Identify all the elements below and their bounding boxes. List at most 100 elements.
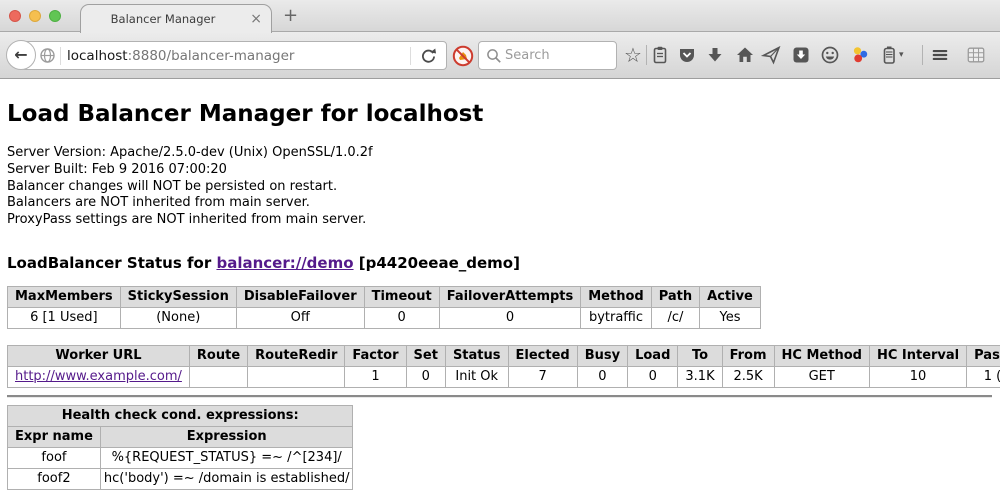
search-bar[interactable] (478, 41, 617, 70)
search-icon (486, 48, 502, 64)
value-cell: 0 (406, 366, 445, 387)
balancer-inherit-note: Balancers are NOT inherited from main se… (7, 195, 1000, 212)
clipboard-icon[interactable] (650, 45, 670, 65)
value-cell: /c/ (651, 307, 699, 328)
table-row: foof %{REQUEST_STATUS} =~ /^[234]/ (8, 447, 353, 468)
worker-url-cell: http://www.example.com/ (8, 366, 190, 387)
titlebar: Balancer Manager × + (0, 0, 1000, 32)
header-cell: Expr name (8, 426, 101, 447)
value-cell: 10 (869, 366, 966, 387)
expr-name-cell: foof (8, 447, 101, 468)
header-cell: Worker URL (8, 345, 190, 366)
identity-separator (60, 47, 61, 65)
balancer-settings-table: MaxMembers StickySession DisableFailover… (7, 286, 761, 329)
header-cell: Timeout (364, 286, 439, 307)
colored-dots-icon[interactable] (850, 45, 870, 65)
header-cell: Busy (577, 345, 627, 366)
menu-icon[interactable] (930, 45, 950, 65)
table-row: foof2 hc('body') =~ /domain is establish… (8, 468, 353, 489)
pocket-icon[interactable] (677, 45, 697, 65)
value-cell (248, 366, 345, 387)
value-cell (189, 366, 247, 387)
status-heading-prefix: LoadBalancer Status for (7, 254, 216, 272)
send-icon[interactable] (761, 45, 781, 65)
header-cell: DisableFailover (236, 286, 364, 307)
server-info: Server Version: Apache/2.5.0-dev (Unix) … (7, 145, 1000, 229)
download-panel-icon[interactable] (791, 45, 811, 65)
bookmark-star-icon[interactable]: ☆ (623, 45, 643, 65)
value-cell: Yes (700, 307, 761, 328)
toolbar-separator (922, 45, 923, 65)
navigation-toolbar: ← localhost:8880/balancer-manager (0, 32, 1000, 79)
value-cell: 6 [1 Used] (8, 307, 121, 328)
value-cell: Init Ok (445, 366, 508, 387)
zoom-window-button[interactable] (49, 10, 61, 22)
table-row: 6 [1 Used] (None) Off 0 0 bytraffic /c/ … (8, 307, 761, 328)
dropdown-caret-icon[interactable]: ▾ (899, 45, 909, 65)
value-cell: Off (236, 307, 364, 328)
header-cell: Active (700, 286, 761, 307)
table-header-row: MaxMembers StickySession DisableFailover… (8, 286, 761, 307)
reload-icon[interactable] (418, 46, 439, 67)
url-bar[interactable]: localhost:8880/balancer-manager (21, 41, 447, 70)
worker-row: http://www.example.com/ 1 0 Init Ok 7 0 … (8, 366, 1000, 387)
smiley-icon[interactable] (820, 45, 840, 65)
header-cell: Route (189, 345, 247, 366)
tab-close-icon[interactable]: × (250, 10, 262, 28)
value-cell: 3.1K (678, 366, 722, 387)
search-input[interactable] (505, 46, 610, 65)
health-table-title: Health check cond. expressions: (8, 405, 353, 426)
value-cell: 0 (577, 366, 627, 387)
battery-icon[interactable] (879, 45, 899, 65)
value-cell: GET (774, 366, 869, 387)
header-cell: FailoverAttempts (439, 286, 581, 307)
header-cell: Set (406, 345, 445, 366)
header-cell: To (678, 345, 722, 366)
download-icon[interactable] (705, 45, 725, 65)
header-cell: Elected (508, 345, 577, 366)
header-cell: Passes (967, 345, 1000, 366)
worker-url-link[interactable]: http://www.example.com/ (15, 369, 182, 384)
header-cell: RouteRedir (248, 345, 345, 366)
value-cell: 1 (345, 366, 406, 387)
value-cell: bytraffic (581, 307, 651, 328)
status-heading-suffix: [p4420eeae_demo] (354, 254, 520, 272)
page-content: Load Balancer Manager for localhost Serv… (0, 80, 1000, 491)
proxypass-inherit-note: ProxyPass settings are NOT inherited fro… (7, 212, 1000, 229)
home-icon[interactable] (735, 45, 755, 65)
value-cell: 0 (364, 307, 439, 328)
page-title: Load Balancer Manager for localhost (7, 101, 1000, 127)
table-header-row: Health check cond. expressions: (8, 405, 353, 426)
worker-table: Worker URL Route RouteRedir Factor Set S… (7, 345, 1000, 388)
header-cell: From (722, 345, 774, 366)
server-version-line: Server Version: Apache/2.5.0-dev (Unix) … (7, 145, 1000, 162)
tab-balancer-manager[interactable]: Balancer Manager × (80, 4, 272, 33)
header-cell: MaxMembers (8, 286, 121, 307)
status-heading: LoadBalancer Status for balancer://demo … (7, 254, 1000, 272)
header-cell: Status (445, 345, 508, 366)
balancer-demo-link[interactable]: balancer://demo (216, 254, 353, 272)
header-cell: StickySession (120, 286, 236, 307)
header-cell: HC Method (774, 345, 869, 366)
table-header-row: Expr name Expression (8, 426, 353, 447)
close-window-button[interactable] (9, 10, 21, 22)
value-cell: 7 (508, 366, 577, 387)
header-cell: HC Interval (869, 345, 966, 366)
header-cell: Method (581, 286, 651, 307)
expression-cell: hc('body') =~ /domain is established/ (100, 468, 353, 489)
value-cell: 0 (439, 307, 581, 328)
balancer-persist-note: Balancer changes will NOT be persisted o… (7, 179, 1000, 196)
browser-window: Balancer Manager × + ← localhost:8880/ba… (0, 0, 1000, 491)
url-path: :8880/balancer-manager (128, 48, 295, 64)
server-built-line: Server Built: Feb 9 2016 07:00:20 (7, 162, 1000, 179)
minimize-window-button[interactable] (29, 10, 41, 22)
toolbar-separator (646, 45, 647, 65)
grid-icon[interactable] (966, 45, 986, 65)
url-text[interactable]: localhost:8880/balancer-manager (67, 48, 294, 64)
back-button[interactable]: ← (6, 40, 36, 70)
block-icon[interactable] (452, 45, 474, 67)
reload-separator (410, 47, 411, 65)
health-check-table: Health check cond. expressions: Expr nam… (7, 405, 353, 490)
new-tab-button[interactable]: + (283, 5, 298, 26)
header-cell: Path (651, 286, 699, 307)
